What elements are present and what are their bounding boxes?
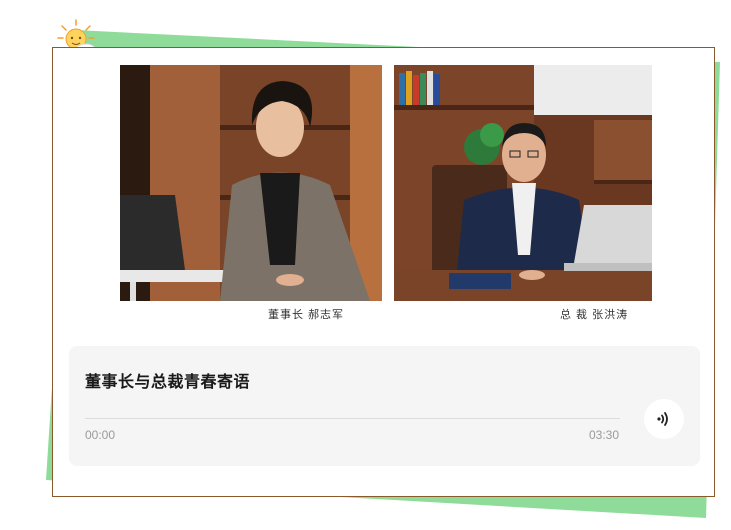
content-card: 董事长 郝志军 总 裁 张洪涛 董事长与总裁青春寄语 00:00 03:30	[52, 47, 715, 497]
progress-bar[interactable]	[85, 418, 620, 419]
audio-player: 董事长与总裁青春寄语 00:00 03:30	[69, 346, 700, 466]
chairman-photo	[120, 65, 382, 301]
president-caption: 总 裁 张洪涛	[560, 309, 629, 321]
play-button[interactable]	[644, 399, 684, 439]
sound-wave-icon	[657, 412, 668, 426]
president-photo	[394, 65, 652, 301]
duration: 03:30	[589, 428, 620, 442]
current-time: 00:00	[85, 428, 116, 442]
photo-strip: 董事长 郝志军 总 裁 张洪涛	[120, 65, 652, 325]
chairman-caption: 董事长 郝志军	[268, 309, 345, 321]
audio-title: 董事长与总裁青春寄语	[85, 374, 251, 391]
